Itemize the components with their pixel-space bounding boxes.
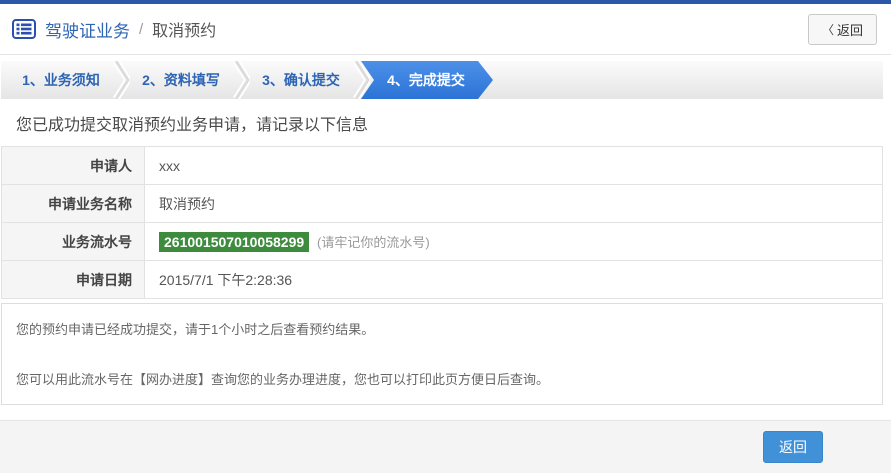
- step-4-label: 4、完成提交: [387, 72, 465, 88]
- success-message: 您已成功提交取消预约业务申请，请记录以下信息: [0, 99, 891, 146]
- serial-number-note: (请牢记你的流水号): [317, 235, 430, 250]
- business-name-label: 申请业务名称: [2, 185, 145, 223]
- serial-number-cell: 261001507010058299 (请牢记你的流水号): [145, 223, 883, 261]
- application-info-table: 申请人 xxx 申请业务名称 取消预约 业务流水号 26100150701005…: [1, 146, 883, 299]
- serial-number-label: 业务流水号: [2, 223, 145, 261]
- breadcrumb-current: 取消预约: [152, 17, 216, 41]
- table-row-business-name: 申请业务名称 取消预约: [2, 185, 883, 223]
- note-progress-query: 您可以用此流水号在【网办进度】查询您的业务办理进度，您也可以打印此页方便日后查询…: [16, 369, 868, 388]
- page-header: 驾驶证业务 / 取消预约 〈 返回: [0, 4, 891, 55]
- serial-number-badge: 261001507010058299: [159, 232, 309, 252]
- table-row-serial-number: 业务流水号 261001507010058299 (请牢记你的流水号): [2, 223, 883, 261]
- step-3-label: 3、确认提交: [262, 72, 340, 88]
- applicant-value: xxx: [145, 147, 883, 185]
- table-row-applicant: 申请人 xxx: [2, 147, 883, 185]
- step-2-label: 2、资料填写: [142, 72, 220, 88]
- applicant-label: 申请人: [2, 147, 145, 185]
- apply-date-label: 申请日期: [2, 261, 145, 299]
- chevron-left-icon: 〈: [822, 21, 834, 38]
- back-button-bottom[interactable]: 返回: [763, 431, 823, 463]
- step-divider-icon: [232, 61, 250, 113]
- back-button-top-label: 返回: [837, 20, 863, 39]
- step-wizard-bar: 1、业务须知 2、资料填写 3、确认提交 4、完成提交: [1, 61, 883, 99]
- breadcrumb-separator: /: [139, 21, 143, 38]
- step-divider-icon: [112, 61, 130, 113]
- apply-date-value: 2015/7/1 下午2:28:36: [145, 261, 883, 299]
- business-name-value: 取消预约: [145, 185, 883, 223]
- back-button-top[interactable]: 〈 返回: [808, 14, 877, 45]
- step-4-complete-submit-active[interactable]: 4、完成提交: [361, 61, 493, 99]
- step-2-fill-information[interactable]: 2、资料填写: [121, 61, 241, 99]
- footer-action-bar: 返回: [0, 420, 891, 473]
- step-divider-icon: [352, 61, 370, 113]
- step-bar-filler: [493, 61, 883, 99]
- table-row-apply-date: 申请日期 2015/7/1 下午2:28:36: [2, 261, 883, 299]
- page-title: 驾驶证业务: [45, 17, 130, 42]
- note-check-result: 您的预约申请已经成功提交，请于1个小时之后查看预约结果。: [16, 319, 868, 338]
- list-document-icon: [12, 19, 36, 39]
- step-3-confirm-submit[interactable]: 3、确认提交: [241, 61, 361, 99]
- step-1-label: 1、业务须知: [22, 72, 100, 88]
- result-notes-box: 您的预约申请已经成功提交，请于1个小时之后查看预约结果。 您可以用此流水号在【网…: [1, 303, 883, 405]
- step-1-business-notice[interactable]: 1、业务须知: [1, 61, 121, 99]
